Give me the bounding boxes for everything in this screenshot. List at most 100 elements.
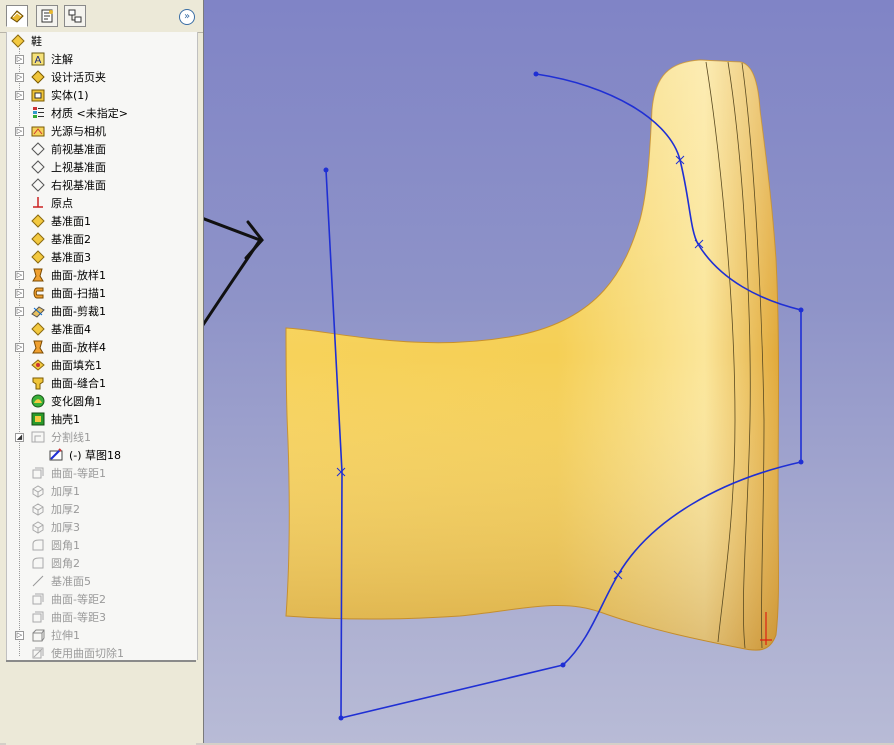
material-icon bbox=[33, 107, 44, 118]
svg-text:A: A bbox=[35, 55, 42, 66]
surface-loft-icon bbox=[32, 268, 44, 282]
tree-item[interactable]: 基准面3 bbox=[7, 248, 195, 266]
tree-item-label: 曲面-等距1 bbox=[51, 467, 106, 480]
tree-item-label: 抽壳1 bbox=[51, 413, 80, 426]
tree-item[interactable]: 上视基准面 bbox=[7, 158, 195, 176]
tree-item[interactable]: ◢ 分割线1 bbox=[7, 428, 195, 446]
expand-icon[interactable]: ▷ bbox=[15, 91, 24, 100]
surface-fill-icon bbox=[31, 359, 45, 371]
tree-item-label: 曲面-等距2 bbox=[51, 593, 106, 606]
annotation-arrows bbox=[204, 217, 264, 327]
tree-item-label: 上视基准面 bbox=[51, 161, 106, 174]
fillet-icon bbox=[32, 557, 44, 569]
sketch-line-bottom bbox=[340, 664, 564, 719]
extrude-icon bbox=[32, 629, 45, 642]
boot-model[interactable] bbox=[285, 59, 779, 651]
tree-item[interactable]: 曲面-等距1 bbox=[7, 464, 195, 482]
tree-item-label: 圆角2 bbox=[51, 557, 80, 570]
tree-item[interactable]: 原点 bbox=[7, 194, 195, 212]
tree-item[interactable]: 基准面4 bbox=[7, 320, 195, 338]
lights-camera-icon bbox=[31, 126, 45, 137]
plane-icon bbox=[31, 160, 45, 174]
surface-offset-icon bbox=[32, 593, 44, 605]
tree-item-label: (-) 草图18 bbox=[69, 449, 122, 462]
graphics-viewport[interactable] bbox=[204, 0, 894, 743]
surface-trim-icon bbox=[31, 306, 45, 318]
feature-tree: 鞋 ▷ A 注解 ▷ 设计活页夹 ▷ 实体(1) 材质 <未指定> ▷ 光源与相机 前视基准面 上视基准… bbox=[6, 32, 198, 660]
tree-item-label: 曲面-放样1 bbox=[51, 269, 106, 282]
tree-item-label: 变化圆角1 bbox=[51, 395, 102, 408]
tree-item-label: 基准面2 bbox=[51, 233, 91, 246]
tree-item[interactable]: ▷ 曲面-扫描1 bbox=[7, 284, 195, 302]
model-canvas bbox=[204, 59, 804, 721]
tree-item[interactable]: ▷ 光源与相机 bbox=[7, 122, 195, 140]
expand-icon[interactable]: ▷ bbox=[15, 127, 24, 136]
tree-item[interactable]: 材质 <未指定> bbox=[7, 104, 195, 122]
tree-item-label: 曲面填充1 bbox=[51, 359, 102, 372]
tree-item[interactable]: 加厚1 bbox=[7, 482, 195, 500]
tree-item[interactable]: 加厚2 bbox=[7, 500, 195, 518]
split-line-icon bbox=[31, 431, 45, 443]
configuration-manager-tab[interactable] bbox=[64, 5, 86, 27]
tree-item[interactable]: 右视基准面 bbox=[7, 176, 195, 194]
collapse-icon[interactable]: ◢ bbox=[15, 433, 24, 442]
tree-item[interactable]: ▷ A 注解 bbox=[7, 50, 195, 68]
tree-item[interactable]: 曲面-缝合1 bbox=[7, 374, 195, 392]
tree-item-label: 前视基准面 bbox=[51, 143, 106, 156]
tree-item-label: 光源与相机 bbox=[51, 125, 106, 138]
surface-loft-icon bbox=[32, 340, 44, 354]
expand-icon[interactable]: ▷ bbox=[15, 289, 24, 298]
expand-icon[interactable]: ▷ bbox=[15, 73, 24, 82]
surface-offset-icon bbox=[32, 467, 44, 479]
panel-empty-area bbox=[6, 660, 196, 745]
tree-item-label: 曲面-缝合1 bbox=[51, 377, 106, 390]
tree-item[interactable]: 基准面2 bbox=[7, 230, 195, 248]
tree-item-label: 曲面-剪裁1 bbox=[51, 305, 106, 318]
tree-item[interactable]: ▷ 实体(1) bbox=[7, 86, 195, 104]
tree-item[interactable]: 加厚3 bbox=[7, 518, 195, 536]
thicken-icon bbox=[32, 521, 44, 534]
ref-plane-icon bbox=[31, 232, 45, 246]
tree-root-part[interactable]: 鞋 bbox=[7, 32, 195, 50]
tree-item[interactable]: ▷ 曲面-放样1 bbox=[7, 266, 195, 284]
expand-icon[interactable]: ▷ bbox=[15, 55, 24, 64]
feature-manager-tab[interactable] bbox=[6, 5, 28, 27]
property-manager-tab[interactable] bbox=[36, 5, 58, 27]
feature-manager-panel: » 鞋 ▷ A 注解 ▷ 设计活页夹 ▷ 实体(1) 材质 <未指定> ▷ 光源与相机 前视基准面 上视… bbox=[0, 0, 204, 745]
expand-icon[interactable]: ▷ bbox=[15, 343, 24, 352]
tree-item[interactable]: 曲面-等距2 bbox=[7, 590, 195, 608]
tree-item[interactable]: 曲面填充1 bbox=[7, 356, 195, 374]
plane-gray-icon bbox=[32, 575, 44, 587]
tree-item[interactable]: ▷ 拉伸1 bbox=[7, 626, 195, 644]
surface-knit-icon bbox=[32, 377, 44, 390]
tree-item[interactable]: ▷ 曲面-剪裁1 bbox=[7, 302, 195, 320]
part-icon bbox=[11, 34, 25, 48]
tree-item-label: 加厚2 bbox=[51, 503, 80, 516]
plane-icon bbox=[31, 142, 45, 156]
tree-item-label: 加厚3 bbox=[51, 521, 80, 534]
expand-icon[interactable]: ▷ bbox=[15, 631, 24, 640]
tree-item[interactable]: 曲面-等距3 bbox=[7, 608, 195, 626]
annotation-icon: A bbox=[31, 52, 45, 66]
tree-item[interactable]: 抽壳1 bbox=[7, 410, 195, 428]
tree-item-label: 基准面3 bbox=[51, 251, 91, 264]
collapse-panel-button[interactable]: » bbox=[179, 9, 195, 25]
solid-bodies-icon bbox=[31, 89, 45, 102]
variable-fillet-icon bbox=[31, 394, 45, 408]
fillet-icon bbox=[32, 539, 44, 551]
tree-item[interactable]: 圆角2 bbox=[7, 554, 195, 572]
tree-item-label: 曲面-等距3 bbox=[51, 611, 106, 624]
thicken-icon bbox=[32, 503, 44, 516]
tree-item[interactable]: 基准面1 bbox=[7, 212, 195, 230]
surface-sweep-icon bbox=[33, 287, 44, 299]
expand-icon[interactable]: ▷ bbox=[15, 271, 24, 280]
tree-item[interactable]: 前视基准面 bbox=[7, 140, 195, 158]
tree-item-label: 曲面-放样4 bbox=[51, 341, 106, 354]
tree-item[interactable]: ▷ 设计活页夹 bbox=[7, 68, 195, 86]
expand-icon[interactable]: ▷ bbox=[15, 307, 24, 316]
tree-item[interactable]: ▷ 曲面-放样4 bbox=[7, 338, 195, 356]
tree-item[interactable]: 变化圆角1 bbox=[7, 392, 195, 410]
tree-item[interactable]: 圆角1 bbox=[7, 536, 195, 554]
tree-item[interactable]: (-) 草图18 bbox=[7, 446, 195, 464]
tree-item[interactable]: 基准面5 bbox=[7, 572, 195, 590]
